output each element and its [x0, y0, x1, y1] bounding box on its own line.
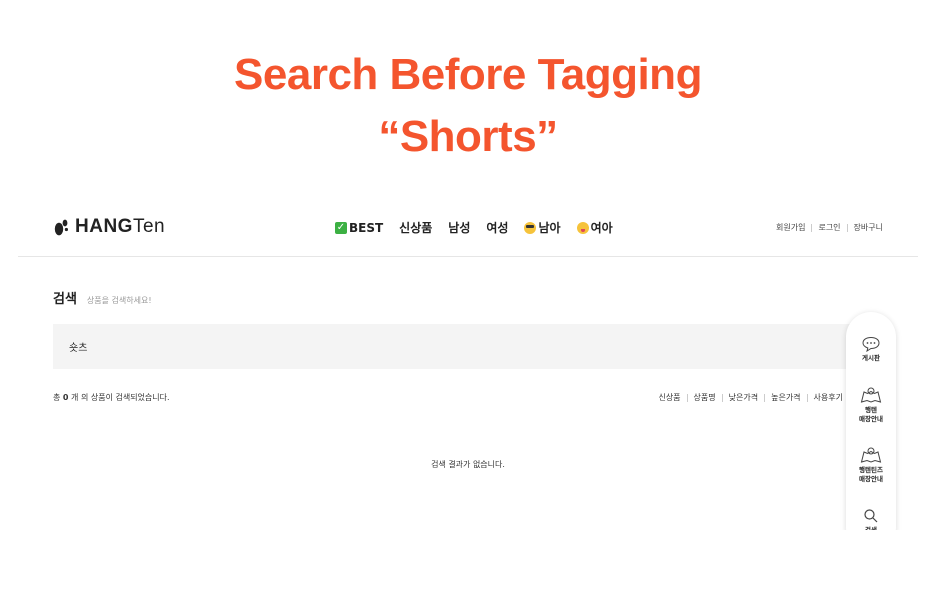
- nav-item-new[interactable]: 신상품: [399, 219, 432, 236]
- quick-search[interactable]: 검색: [846, 508, 896, 530]
- divider: [811, 223, 813, 232]
- logo-text-thin: Ten: [132, 216, 166, 237]
- map-icon: [860, 387, 882, 403]
- page-title: 검색: [53, 292, 77, 307]
- divider: [846, 223, 848, 232]
- site-logo[interactable]: HANGTen: [53, 216, 165, 238]
- slide-title-line2: “Shorts”: [378, 112, 558, 161]
- sort-options: 신상품 상품명 낮은가격 높은가격 사용후기: [658, 392, 843, 403]
- result-count: 총 0 개 의 상품이 검색되었습니다.: [53, 392, 170, 403]
- page-subtitle: 상품을 검색하세요!: [86, 296, 152, 305]
- logo-text: HANGTen: [75, 216, 165, 238]
- nav-item-women[interactable]: 여성: [486, 219, 508, 236]
- quick-label: 매장안내: [859, 415, 883, 423]
- result-bar: 총 0 개 의 상품이 검색되었습니다. 신상품 상품명 낮은가격 높은가격 사…: [53, 392, 843, 406]
- result-count-suffix: 개 의 상품이 검색되었습니다.: [71, 393, 170, 402]
- result-count-number: 0: [62, 393, 69, 402]
- search-box: [53, 324, 883, 369]
- nav-item-label: 신상품: [399, 221, 433, 235]
- nav-item-label: 여아: [590, 221, 613, 235]
- divider: [686, 393, 688, 402]
- search-heading: 검색 상품을 검색하세요!: [53, 288, 152, 307]
- nav-item-label: 남아: [538, 221, 561, 235]
- website-screenshot: HANGTen ✓ BEST 신상품 남성 여성 남아 여아 회원가입 로그인 …: [18, 200, 918, 530]
- foot-logo-icon: [54, 219, 68, 236]
- nav-item-best[interactable]: ✓ BEST: [335, 219, 383, 236]
- sort-new[interactable]: 신상품: [658, 392, 680, 403]
- divider: [721, 393, 723, 402]
- login-link[interactable]: 로그인: [818, 222, 840, 233]
- main-nav: ✓ BEST 신상품 남성 여성 남아 여아: [335, 219, 613, 236]
- quick-label: 검색: [865, 526, 877, 530]
- quick-store-hangten[interactable]: 행텐 매장안내: [846, 386, 896, 424]
- nav-item-label: 여성: [486, 221, 509, 235]
- cool-emoji-icon: [524, 221, 537, 234]
- nav-item-boys[interactable]: 남아: [524, 219, 561, 236]
- search-icon: [864, 509, 878, 523]
- nav-item-label: BEST: [349, 220, 384, 235]
- nav-item-label: 남성: [448, 221, 471, 235]
- slide-title-line1: Search Before Tagging: [234, 50, 702, 99]
- quick-store-teens[interactable]: 행텐틴즈 매장안내: [846, 446, 896, 484]
- util-links: 회원가입 로그인 장바구니: [776, 222, 883, 233]
- slide-title: Search Before Tagging “Shorts”: [0, 44, 936, 168]
- quick-board[interactable]: 게시판: [846, 336, 896, 363]
- logo-text-bold: HANG: [75, 216, 133, 237]
- quick-label: 행텐: [865, 406, 877, 414]
- quick-label: 행텐틴즈: [859, 466, 883, 474]
- sort-price-low[interactable]: 낮은가격: [729, 392, 758, 403]
- quick-menu: 게시판 행텐 매장안내 행텐틴즈 매장안내 검색: [846, 312, 896, 530]
- signup-link[interactable]: 회원가입: [776, 222, 805, 233]
- nav-item-girls[interactable]: 여아: [576, 219, 613, 236]
- divider: [764, 393, 766, 402]
- divider: [806, 393, 808, 402]
- check-icon: ✓: [335, 221, 347, 234]
- site-header: HANGTen ✓ BEST 신상품 남성 여성 남아 여아 회원가입 로그인 …: [18, 200, 918, 257]
- empty-result-message: 검색 결과가 없습니다.: [431, 460, 505, 469]
- tongue-emoji-icon: [576, 221, 589, 234]
- sort-price-high[interactable]: 높은가격: [771, 392, 800, 403]
- quick-label: 게시판: [862, 354, 880, 362]
- chat-bubble-icon: [862, 336, 880, 352]
- map-icon: [860, 447, 882, 463]
- search-input[interactable]: [69, 336, 669, 356]
- sort-name[interactable]: 상품명: [694, 392, 716, 403]
- nav-item-men[interactable]: 남성: [448, 219, 470, 236]
- sort-reviews[interactable]: 사용후기: [814, 392, 843, 403]
- cart-link[interactable]: 장바구니: [854, 222, 883, 233]
- quick-label: 매장안내: [859, 475, 883, 483]
- result-count-prefix: 총: [53, 393, 61, 402]
